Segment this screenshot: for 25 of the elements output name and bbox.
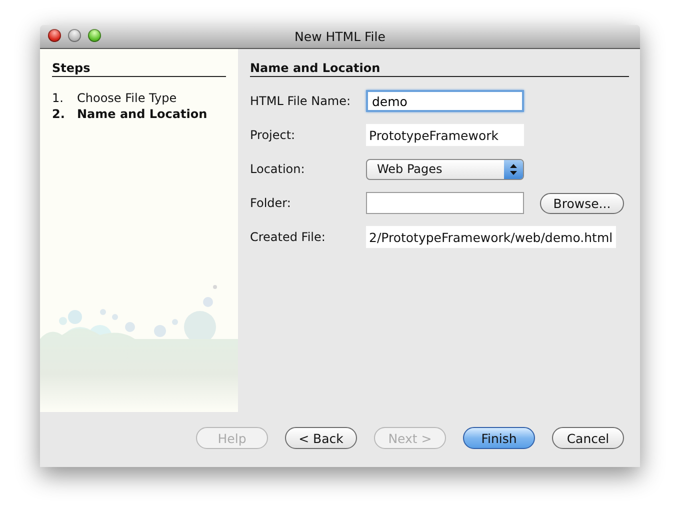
dialog-button[interactable]: Finish bbox=[463, 427, 535, 449]
field-label: HTML File Name: bbox=[250, 94, 352, 108]
field-label: Created File: bbox=[250, 230, 326, 244]
up-down-arrows-icon bbox=[510, 164, 517, 174]
text-field[interactable] bbox=[366, 192, 524, 214]
window-title: New HTML File bbox=[294, 29, 386, 44]
dialog-button[interactable]: Cancel bbox=[552, 427, 624, 449]
close-button[interactable] bbox=[48, 29, 61, 42]
step-number: 1. bbox=[52, 90, 64, 106]
location-dropdown[interactable]: Web Pages bbox=[366, 158, 524, 180]
dialog-button[interactable]: < Back bbox=[285, 427, 357, 449]
step-item: Name and Location bbox=[77, 106, 208, 122]
field-label: Folder: bbox=[250, 196, 292, 210]
step-item: Choose File Type bbox=[77, 90, 177, 106]
minimize-button[interactable] bbox=[68, 29, 81, 42]
browse-button[interactable]: Browse... bbox=[540, 192, 624, 214]
steps-heading: Steps bbox=[52, 61, 226, 77]
text-field[interactable]: PrototypeFramework bbox=[366, 124, 524, 146]
panel-heading: Name and Location bbox=[250, 61, 629, 77]
field-label: Project: bbox=[250, 128, 296, 142]
field-label: Location: bbox=[250, 162, 306, 176]
zoom-button[interactable] bbox=[88, 29, 101, 42]
text-field[interactable]: 2/PrototypeFramework/web/demo.html bbox=[366, 226, 616, 248]
step-number: 2. bbox=[52, 106, 66, 122]
text-field[interactable]: demo bbox=[366, 90, 524, 112]
